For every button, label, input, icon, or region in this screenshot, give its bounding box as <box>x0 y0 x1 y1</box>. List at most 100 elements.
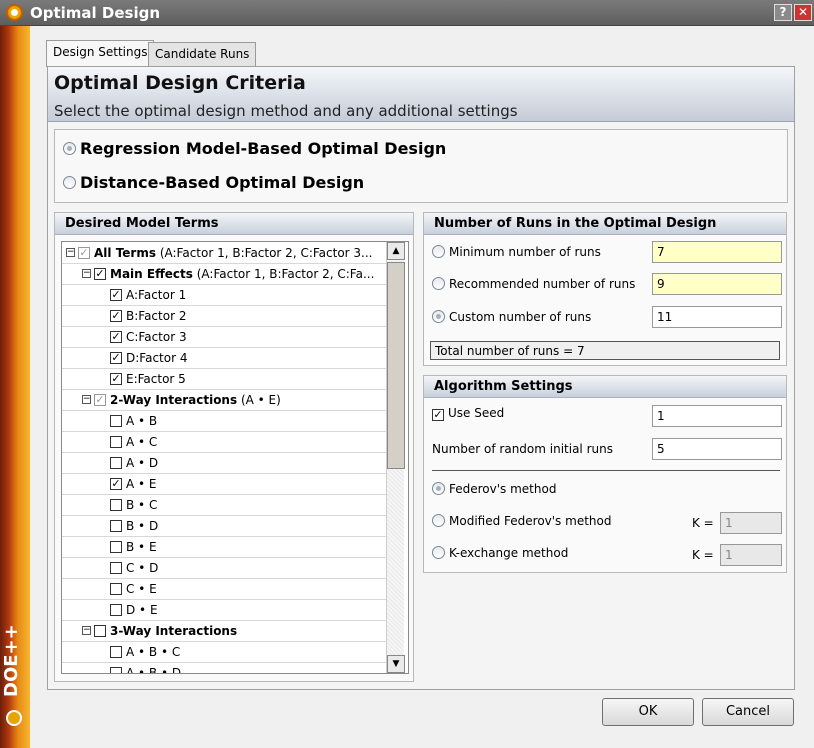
tree-row[interactable]: B • E <box>62 537 386 558</box>
tree-row[interactable]: ✓ B:Factor 2 <box>62 306 386 327</box>
tree-scrollbar[interactable]: ▲ ▼ <box>386 242 405 673</box>
min-runs-field[interactable]: 7 <box>652 241 782 263</box>
distance-design-option[interactable]: Distance-Based Optimal Design <box>63 173 364 192</box>
tree-row[interactable]: A • B • C <box>62 642 386 663</box>
tree-row[interactable]: A • D <box>62 453 386 474</box>
settings-page: Optimal Design Criteria Select the optim… <box>47 66 795 690</box>
radio-regression[interactable] <box>63 141 76 155</box>
tab-candidate-runs[interactable]: Candidate Runs <box>148 42 257 66</box>
term-checkbox[interactable]: ✓ <box>110 331 122 343</box>
term-checkbox[interactable]: ✓ <box>110 310 122 322</box>
page-title: Optimal Design Criteria <box>54 72 306 94</box>
modified-federov-option[interactable]: Modified Federov's method <box>432 514 611 534</box>
tree-row[interactable]: A • B <box>62 411 386 432</box>
scroll-down-button[interactable]: ▼ <box>387 655 405 673</box>
tree-row[interactable]: A • B • D <box>62 663 386 673</box>
use-seed-checkbox[interactable]: ✓ <box>432 409 444 421</box>
tree-row[interactable]: D • E <box>62 600 386 621</box>
radio-federov[interactable] <box>432 482 445 495</box>
cancel-button[interactable]: Cancel <box>702 698 794 726</box>
scroll-up-button[interactable]: ▲ <box>387 242 405 260</box>
tree-row[interactable]: ✓ A • E <box>62 474 386 495</box>
k-label-modified: K = <box>692 516 714 530</box>
term-checkbox[interactable]: ✓ <box>110 352 122 364</box>
k-field-exchange[interactable]: 1 <box>720 544 782 566</box>
term-checkbox[interactable] <box>110 583 122 595</box>
tree-row[interactable]: C • D <box>62 558 386 579</box>
use-seed-option[interactable]: ✓ Use Seed <box>432 406 504 426</box>
random-runs-field[interactable]: 5 <box>652 438 782 460</box>
dialog-client: Design Settings Candidate Runs Optimal D… <box>30 26 814 748</box>
radio-distance[interactable] <box>63 175 76 189</box>
k-field-modified[interactable]: 1 <box>720 512 782 534</box>
term-checkbox[interactable] <box>94 625 106 637</box>
tab-design-settings[interactable]: Design Settings <box>46 40 155 67</box>
term-checkbox[interactable]: ✓ <box>110 478 122 490</box>
term-label: B • C <box>126 495 157 515</box>
collapse-icon[interactable]: − <box>66 248 75 257</box>
radio-min-runs[interactable] <box>432 245 445 258</box>
tree-row[interactable]: − ✓ 2-Way Interactions (A • E) <box>62 390 386 411</box>
term-checkbox[interactable]: ✓ <box>110 373 122 385</box>
tree-row[interactable]: A • C <box>62 432 386 453</box>
close-button[interactable]: ✕ <box>794 4 812 21</box>
model-terms-tree[interactable]: − ✓ All Terms (A:Factor 1, B:Factor 2, C:F… <box>61 241 409 674</box>
collapse-icon[interactable]: − <box>82 395 91 404</box>
collapse-icon[interactable]: − <box>82 269 91 278</box>
term-checkbox[interactable] <box>110 667 122 673</box>
radio-k-exchange[interactable] <box>432 546 445 559</box>
term-checkbox[interactable] <box>110 415 122 427</box>
term-name: A • C <box>126 435 158 449</box>
term-checkbox[interactable] <box>110 520 122 532</box>
radio-modified-federov[interactable] <box>432 514 445 527</box>
tree-row[interactable]: − ✓ All Terms (A:Factor 1, B:Factor 2, C:F… <box>62 243 386 264</box>
term-label: D:Factor 4 <box>126 348 187 368</box>
term-checkbox[interactable]: ✓ <box>110 289 122 301</box>
federov-option[interactable]: Federov's method <box>432 482 556 502</box>
term-label: C • E <box>126 579 157 599</box>
help-button[interactable]: ? <box>774 4 792 21</box>
algorithm-heading: Algorithm Settings <box>424 376 786 398</box>
custom-runs-option[interactable]: Custom number of runs <box>432 310 591 330</box>
term-checkbox[interactable] <box>110 604 122 616</box>
k-exchange-option[interactable]: K-exchange method <box>432 546 568 566</box>
rec-runs-field[interactable]: 9 <box>652 273 782 295</box>
use-seed-label: Use Seed <box>448 406 505 420</box>
term-checkbox[interactable] <box>110 562 122 574</box>
term-checkbox[interactable] <box>110 436 122 448</box>
custom-runs-field[interactable]: 11 <box>652 306 782 328</box>
tree-row[interactable]: ✓ D:Factor 4 <box>62 348 386 369</box>
scroll-thumb[interactable] <box>387 262 405 469</box>
term-checkbox[interactable] <box>110 646 122 658</box>
term-label: All Terms (A:Factor 1, B:Factor 2, C:Fac… <box>94 243 373 263</box>
term-checkbox[interactable]: ✓ <box>78 247 90 259</box>
term-checkbox[interactable]: ✓ <box>94 394 106 406</box>
seed-field[interactable]: 1 <box>652 405 782 427</box>
k-exchange-label: K-exchange method <box>449 546 569 560</box>
term-label: A:Factor 1 <box>126 285 186 305</box>
tree-row[interactable]: C • E <box>62 579 386 600</box>
collapse-icon[interactable]: − <box>82 626 91 635</box>
tree-row[interactable]: ✓ A:Factor 1 <box>62 285 386 306</box>
term-label: C:Factor 3 <box>126 327 187 347</box>
tree-row[interactable]: B • C <box>62 495 386 516</box>
tree-row[interactable]: ✓ E:Factor 5 <box>62 369 386 390</box>
term-checkbox[interactable]: ✓ <box>94 268 106 280</box>
rec-runs-option[interactable]: Recommended number of runs <box>432 277 635 297</box>
term-name: A • D <box>126 456 159 470</box>
tree-row[interactable]: ✓ C:Factor 3 <box>62 327 386 348</box>
term-label: A • B • D <box>126 663 181 673</box>
term-checkbox[interactable] <box>110 541 122 553</box>
term-label: 2-Way Interactions (A • E) <box>110 390 281 410</box>
tree-row[interactable]: B • D <box>62 516 386 537</box>
radio-custom-runs[interactable] <box>432 310 445 323</box>
min-runs-option[interactable]: Minimum number of runs <box>432 245 601 265</box>
radio-rec-runs[interactable] <box>432 277 445 290</box>
term-name: All Terms <box>94 246 156 260</box>
term-checkbox[interactable] <box>110 499 122 511</box>
ok-button[interactable]: OK <box>602 698 694 726</box>
tree-row[interactable]: − ✓ Main Effects (A:Factor 1, B:Factor 2, … <box>62 264 386 285</box>
term-checkbox[interactable] <box>110 457 122 469</box>
tree-row[interactable]: − 3-Way Interactions <box>62 621 386 642</box>
regression-design-option[interactable]: Regression Model-Based Optimal Design <box>63 139 446 158</box>
